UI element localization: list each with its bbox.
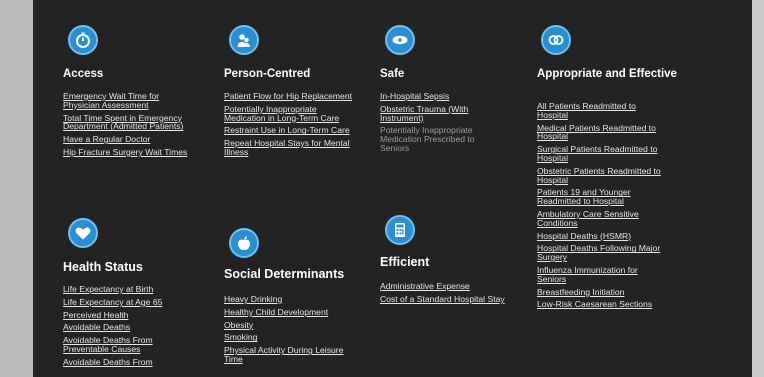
health-status-link-list: Life Expectancy at Birth Life Expectancy… <box>63 285 193 371</box>
people-icon[interactable] <box>229 25 259 55</box>
access-link-list: Emergency Wait Time for Physician Assess… <box>63 92 193 161</box>
calculator-icon[interactable] <box>385 215 415 245</box>
list-item[interactable]: Restraint Use in Long-Term Care <box>224 126 356 135</box>
indicator-link[interactable]: Emergency Wait Time for Physician Assess… <box>63 91 159 110</box>
indicator-link[interactable]: Avoidable Deaths From Preventable Causes <box>63 335 153 354</box>
bandage-icon[interactable] <box>385 25 415 55</box>
indicator-link[interactable]: Life Expectancy at Birth <box>63 284 153 294</box>
indicator-link[interactable]: Obstetric Patients Readmitted to Hospita… <box>537 166 661 185</box>
indicator-link[interactable]: Hospital Deaths Following Major Surgery <box>537 243 660 262</box>
indicator-link[interactable]: Physical Activity During Leisure Time <box>224 345 343 364</box>
list-item[interactable]: Obstetric Patients Readmitted to Hospita… <box>537 166 667 185</box>
social-link-list: Heavy Drinking Healthy Child Development… <box>224 295 359 368</box>
list-item[interactable]: Influenza Immunization for Seniors <box>537 266 667 284</box>
list-item[interactable]: Physical Activity During Leisure Time <box>224 346 359 364</box>
indicator-link[interactable]: Avoidable Deaths <box>63 322 130 332</box>
indicator-link[interactable]: Perceived Health <box>63 310 128 320</box>
indicator-link[interactable]: Patient Flow for Hip Replacement <box>224 91 352 101</box>
section-heading-access: Access <box>63 68 104 80</box>
list-item[interactable]: Perceived Health <box>63 310 193 320</box>
indicator-link[interactable]: Obstetric Trauma (With Instrument) <box>380 104 468 123</box>
indicator-panel: Access Emergency Wait Time for Physician… <box>33 0 752 377</box>
list-item: Potentially Inappropriate Medication Pre… <box>380 126 505 152</box>
indicator-link[interactable]: Avoidable Deaths From <box>63 357 153 367</box>
indicator-link[interactable]: Hospital Deaths (HSMR) <box>537 231 631 241</box>
section-heading-efficient: Efficient <box>380 255 430 269</box>
indicator-link[interactable]: Heavy Drinking <box>224 294 282 304</box>
right-margin <box>752 0 764 377</box>
list-item[interactable]: Patient Flow for Hip Replacement <box>224 92 356 101</box>
indicator-link[interactable]: Life Expectancy at Age 65 <box>63 297 162 307</box>
list-item[interactable]: Smoking <box>224 333 359 342</box>
list-item[interactable]: Medical Patients Readmitted to Hospital <box>537 123 667 142</box>
section-heading-safe: Safe <box>380 68 405 80</box>
list-item[interactable]: Life Expectancy at Birth <box>63 285 193 294</box>
list-item[interactable]: Breastfeeding Initiation <box>537 287 667 297</box>
list-item[interactable]: In-Hospital Sepsis <box>380 92 505 101</box>
list-item[interactable]: Obesity <box>224 320 359 330</box>
indicator-link[interactable]: Have a Regular Doctor <box>63 134 150 144</box>
indicator-link[interactable]: Potentially Inappropriate Medication in … <box>224 104 339 123</box>
indicator-link[interactable]: Repeat Hospital Stays for Mental Illness <box>224 138 350 157</box>
left-margin <box>0 0 33 377</box>
list-item[interactable]: Hospital Deaths (HSMR) <box>537 231 667 241</box>
section-heading-health-status: Health Status <box>63 260 143 274</box>
stopwatch-icon[interactable] <box>68 25 98 55</box>
person-centred-link-list: Patient Flow for Hip Replacement Potenti… <box>224 92 356 161</box>
indicator-link[interactable]: Breastfeeding Initiation <box>537 287 624 297</box>
indicator-link[interactable]: Administrative Expense <box>380 281 470 291</box>
indicator-link[interactable]: Obesity <box>224 320 253 330</box>
list-item[interactable]: All Patients Readmitted to Hospital <box>537 102 667 120</box>
indicator-link[interactable]: Healthy Child Development <box>224 307 328 317</box>
indicator-link[interactable]: Smoking <box>224 332 257 342</box>
heart-icon[interactable] <box>68 218 98 248</box>
list-item[interactable]: Cost of a Standard Hospital Stay <box>380 294 510 304</box>
list-item[interactable]: Potentially Inappropriate Medication in … <box>224 104 356 123</box>
indicator-link[interactable]: Patients 19 and Younger Readmitted to Ho… <box>537 187 631 206</box>
section-heading-appropriate: Appropriate and Effective <box>537 68 677 80</box>
list-item[interactable]: Have a Regular Doctor <box>63 135 193 144</box>
indicator-link[interactable]: Influenza Immunization for Seniors <box>537 265 638 284</box>
list-item[interactable]: Low-Risk Caesarean Sections <box>537 300 667 309</box>
appropriate-link-list: All Patients Readmitted to Hospital Medi… <box>537 102 667 313</box>
list-item[interactable]: Total Time Spent in Emergency Department… <box>63 113 193 132</box>
indicator-link[interactable]: All Patients Readmitted to Hospital <box>537 101 636 120</box>
indicator-link[interactable]: In-Hospital Sepsis <box>380 91 449 101</box>
apple-icon[interactable] <box>229 228 259 258</box>
section-heading-social-determinants: Social Determinants <box>224 267 345 281</box>
list-item[interactable]: Repeat Hospital Stays for Mental Illness <box>224 139 356 157</box>
indicator-link[interactable]: Cost of a Standard Hospital Stay <box>380 294 505 304</box>
indicator-text-unlinked: Potentially Inappropriate Medication Pre… <box>380 125 475 153</box>
section-heading-person-centred: Person-Centred <box>224 68 311 80</box>
list-item[interactable]: Avoidable Deaths From Preventable Causes <box>63 336 193 354</box>
list-item[interactable]: Avoidable Deaths <box>63 323 193 332</box>
rings-icon[interactable] <box>541 25 571 55</box>
list-item[interactable]: Ambulatory Care Sensitive Conditions <box>537 210 667 228</box>
list-item[interactable]: Hospital Deaths Following Major Surgery <box>537 244 667 262</box>
list-item[interactable]: Obstetric Trauma (With Instrument) <box>380 104 505 123</box>
efficient-link-list: Administrative Expense Cost of a Standar… <box>380 282 510 308</box>
list-item[interactable]: Emergency Wait Time for Physician Assess… <box>63 92 193 110</box>
list-item[interactable]: Healthy Child Development <box>224 307 359 317</box>
list-item[interactable]: Heavy Drinking <box>224 295 359 304</box>
list-item[interactable]: Hip Fracture Surgery Wait Times <box>63 148 193 157</box>
list-item[interactable]: Surgical Patients Readmitted to Hospital <box>537 145 667 163</box>
list-item[interactable]: Patients 19 and Younger Readmitted to Ho… <box>537 188 667 206</box>
indicator-link[interactable]: Total Time Spent in Emergency Department… <box>63 113 183 132</box>
indicator-link[interactable]: Ambulatory Care Sensitive Conditions <box>537 209 639 228</box>
list-item[interactable]: Life Expectancy at Age 65 <box>63 297 193 307</box>
list-item[interactable]: Avoidable Deaths From <box>63 357 193 367</box>
indicator-link[interactable]: Low-Risk Caesarean Sections <box>537 299 652 309</box>
indicator-link[interactable]: Medical Patients Readmitted to Hospital <box>537 123 656 142</box>
indicator-link[interactable]: Hip Fracture Surgery Wait Times <box>63 147 187 157</box>
list-item[interactable]: Administrative Expense <box>380 282 510 291</box>
safe-link-list: In-Hospital Sepsis Obstetric Trauma (Wit… <box>380 92 505 157</box>
indicator-link[interactable]: Restraint Use in Long-Term Care <box>224 125 350 135</box>
indicator-link[interactable]: Surgical Patients Readmitted to Hospital <box>537 144 657 163</box>
